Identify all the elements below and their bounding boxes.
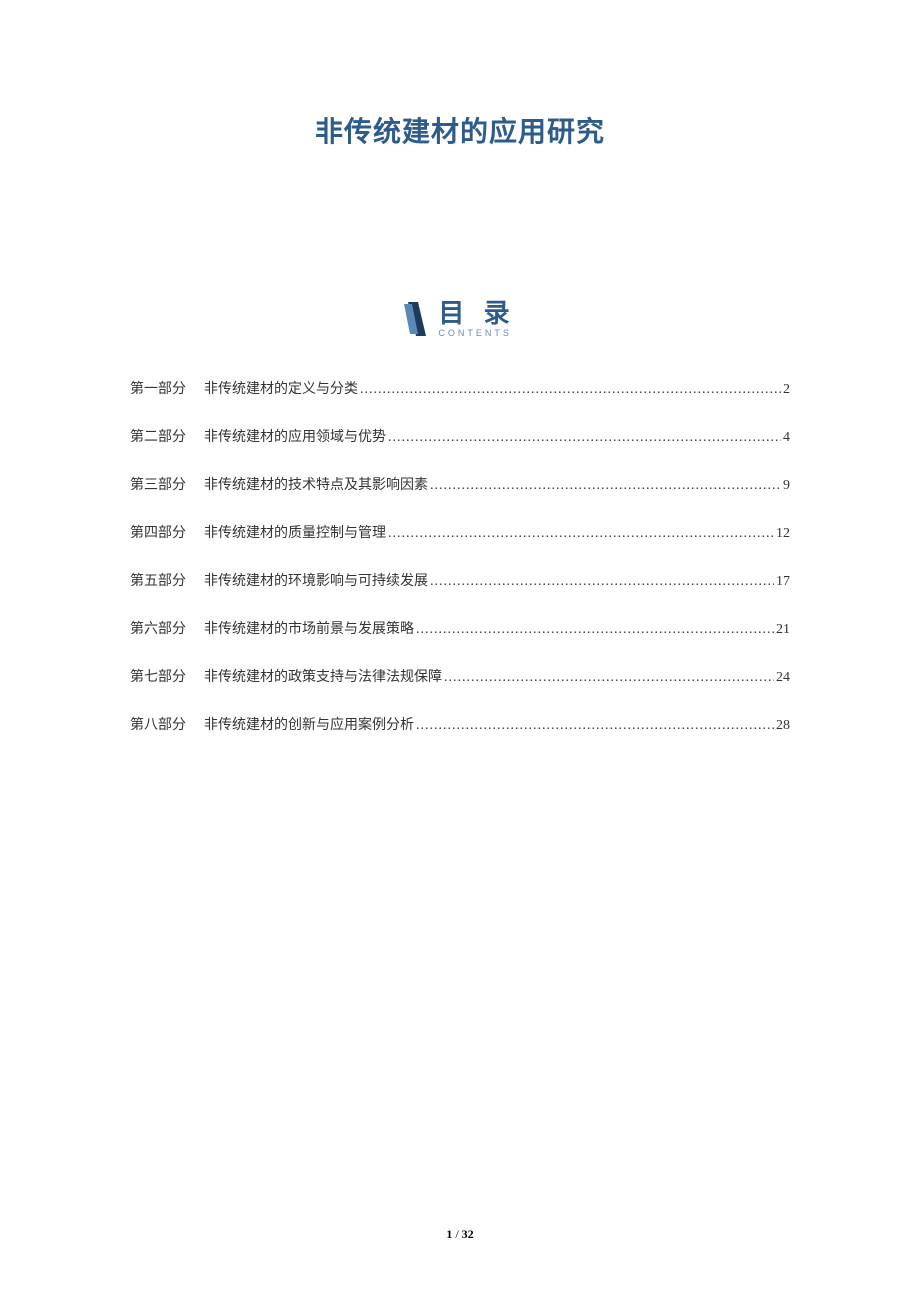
toc-chapter-label: 非传统建材的政策支持与法律法规保障 — [204, 666, 442, 686]
toc-page-number: 2 — [783, 382, 790, 398]
toc-part-label: 第八部分 — [130, 714, 186, 734]
toc-title-wrap: 目 录 CONTENTS — [438, 300, 515, 338]
toc-row: 第三部分 非传统建材的技术特点及其影响因素 9 — [130, 474, 790, 494]
toc-dots — [416, 718, 774, 734]
toc-row: 第七部分 非传统建材的政策支持与法律法规保障 24 — [130, 666, 790, 686]
toc-row: 第八部分 非传统建材的创新与应用案例分析 28 — [130, 714, 790, 734]
toc-dots — [444, 670, 774, 686]
toc-dots — [360, 382, 781, 398]
toc-icon — [404, 300, 430, 338]
toc-page-number: 24 — [776, 670, 790, 686]
toc-dots — [430, 574, 774, 590]
toc-row: 第四部分 非传统建材的质量控制与管理 12 — [130, 522, 790, 542]
toc-part-label: 第三部分 — [130, 474, 186, 494]
toc-header: 目 录 CONTENTS — [130, 300, 790, 338]
toc-subtitle: CONTENTS — [438, 328, 512, 338]
toc-dots — [430, 478, 781, 494]
document-title: 非传统建材的应用研究 — [130, 110, 790, 150]
toc-row: 第五部分 非传统建材的环境影响与可持续发展 17 — [130, 570, 790, 590]
toc-list: 第一部分 非传统建材的定义与分类 2 第二部分 非传统建材的应用领域与优势 4 … — [130, 378, 790, 734]
toc-page-number: 4 — [783, 430, 790, 446]
page-total: 32 — [462, 1227, 474, 1241]
toc-page-number: 28 — [776, 718, 790, 734]
toc-part-label: 第一部分 — [130, 378, 186, 398]
toc-row: 第六部分 非传统建材的市场前景与发展策略 21 — [130, 618, 790, 638]
toc-page-number: 12 — [776, 526, 790, 542]
toc-part-label: 第二部分 — [130, 426, 186, 446]
toc-chapter-label: 非传统建材的应用领域与优势 — [204, 426, 386, 446]
toc-chapter-label: 非传统建材的市场前景与发展策略 — [204, 618, 414, 638]
toc-row: 第二部分 非传统建材的应用领域与优势 4 — [130, 426, 790, 446]
document-page: 非传统建材的应用研究 目 录 CONTENTS 第一部分 非传统建材的定义与分类… — [0, 0, 920, 1302]
toc-page-number: 17 — [776, 574, 790, 590]
toc-dots — [416, 622, 774, 638]
toc-chapter-label: 非传统建材的技术特点及其影响因素 — [204, 474, 428, 494]
toc-row: 第一部分 非传统建材的定义与分类 2 — [130, 378, 790, 398]
page-footer: 1 / 32 — [0, 1227, 920, 1242]
toc-title: 目 录 — [438, 300, 515, 326]
toc-part-label: 第五部分 — [130, 570, 186, 590]
toc-page-number: 9 — [783, 478, 790, 494]
toc-part-label: 第四部分 — [130, 522, 186, 542]
toc-page-number: 21 — [776, 622, 790, 638]
toc-part-label: 第七部分 — [130, 666, 186, 686]
toc-dots — [388, 526, 774, 542]
toc-part-label: 第六部分 — [130, 618, 186, 638]
page-separator: / — [452, 1227, 461, 1241]
toc-chapter-label: 非传统建材的质量控制与管理 — [204, 522, 386, 542]
toc-chapter-label: 非传统建材的环境影响与可持续发展 — [204, 570, 428, 590]
toc-chapter-label: 非传统建材的定义与分类 — [204, 378, 358, 398]
toc-dots — [388, 430, 781, 446]
toc-chapter-label: 非传统建材的创新与应用案例分析 — [204, 714, 414, 734]
